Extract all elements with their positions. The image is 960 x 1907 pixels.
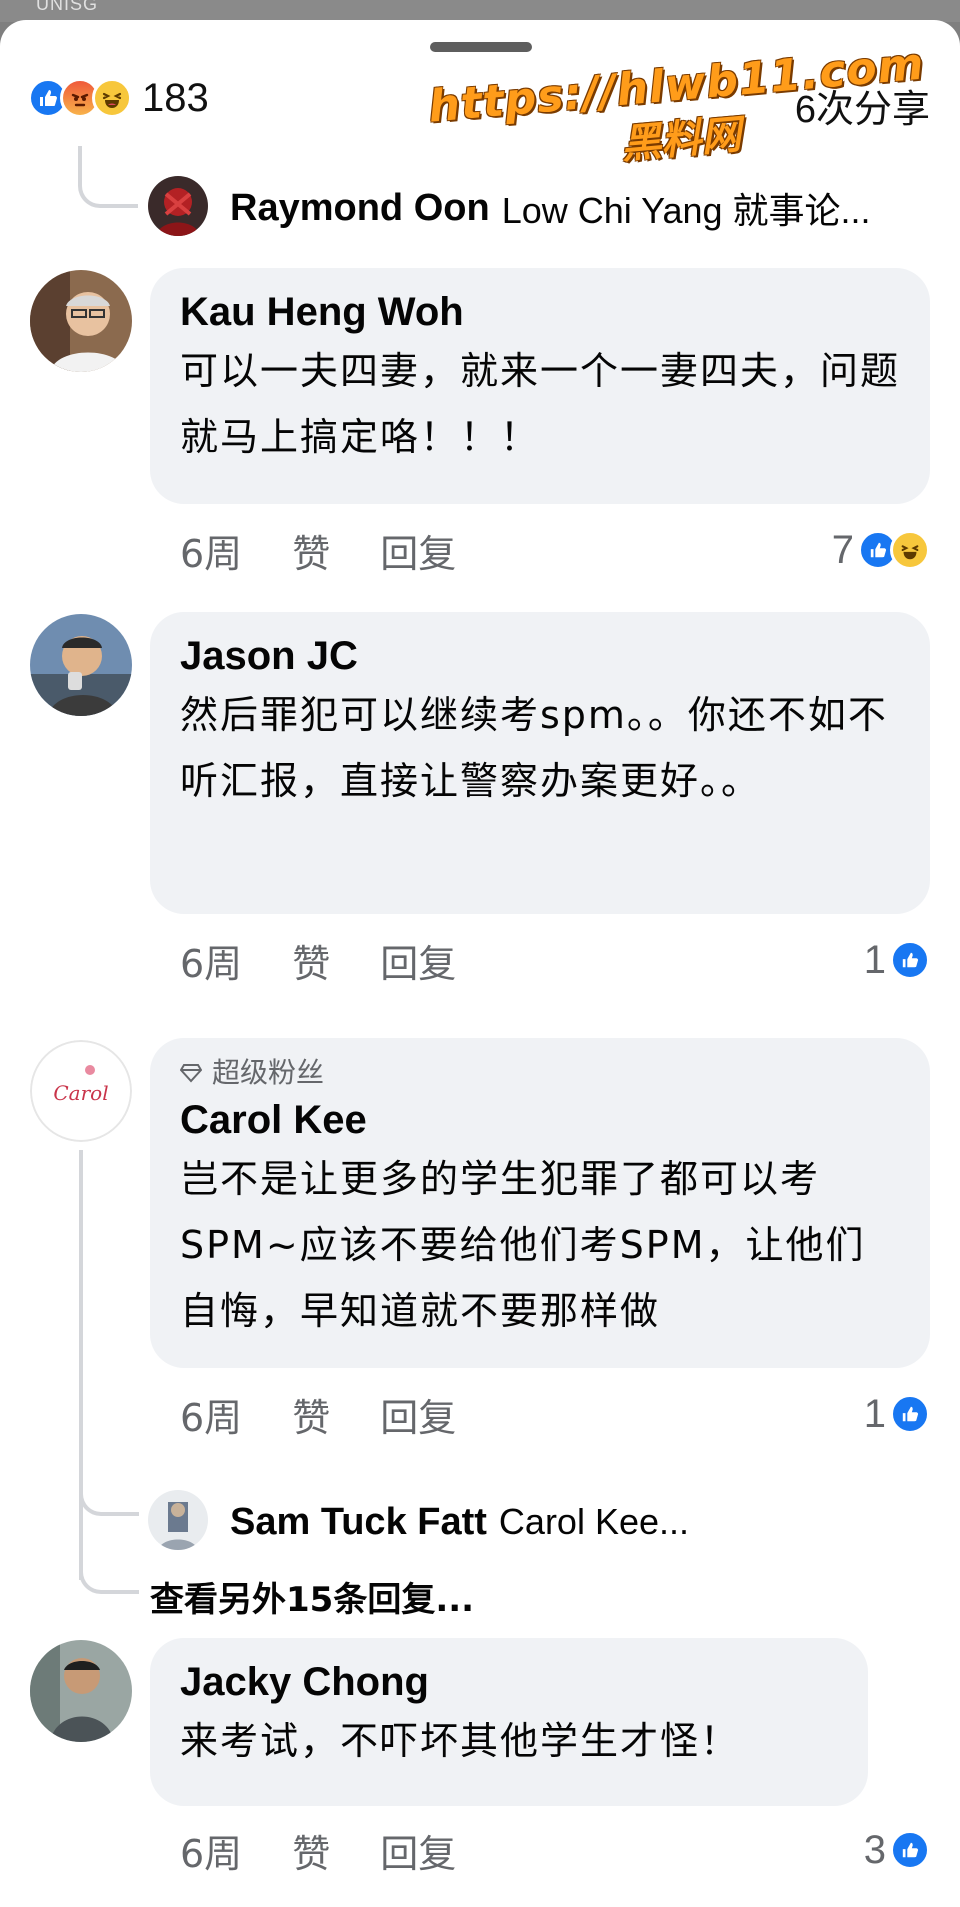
reaction-count: 7 bbox=[831, 527, 854, 572]
avatar[interactable] bbox=[148, 1490, 208, 1550]
comment-time[interactable]: 6周 bbox=[180, 523, 242, 578]
thread-connector bbox=[79, 1150, 83, 1580]
comment-text: 然后罪犯可以继续考spm。。你还不如不听汇报，直接让警察办案更好。。 bbox=[180, 693, 888, 803]
thread-connector bbox=[79, 1560, 139, 1594]
like-button[interactable]: 赞 bbox=[292, 1387, 330, 1442]
comment-author[interactable]: Carol Kee bbox=[180, 1094, 900, 1146]
comment-actions: 6周 赞 回复 bbox=[180, 520, 506, 580]
view-more-replies-link[interactable]: 查看另外15条回复... bbox=[150, 1572, 474, 1621]
avatar[interactable] bbox=[148, 176, 208, 236]
reply-button[interactable]: 回复 bbox=[380, 1823, 456, 1878]
avatar[interactable]: Carol bbox=[30, 1040, 132, 1142]
comment-text: 可以一夫四妻，就来一个一妻四夫，问题就马上搞定咯！！！ bbox=[180, 349, 901, 459]
comment-bubble[interactable]: Kau Heng Woh 可以一夫四妻，就来一个一妻四夫，问题就马上搞定咯！！！ bbox=[150, 268, 930, 504]
comment-bubble[interactable]: Jason JC 然后罪犯可以继续考spm。。你还不如不听汇报，直接让警察办案更… bbox=[150, 612, 930, 914]
reply-preview[interactable]: Raymond Oon Low Chi Yang 就事论... bbox=[230, 180, 871, 236]
reply-author: Raymond Oon bbox=[230, 186, 490, 229]
badge-label: 超级粉丝 bbox=[212, 1056, 325, 1089]
reply-snippet: Low Chi Yang 就事论... bbox=[501, 190, 871, 231]
comment-text: 岂不是让更多的学生犯罪了都可以考SPM~应该不要给他们考SPM，让他们自悔，早知… bbox=[180, 1157, 866, 1333]
like-button[interactable]: 赞 bbox=[292, 523, 330, 578]
like-icon bbox=[890, 940, 930, 980]
thread-connector bbox=[78, 146, 138, 208]
top-fan-badge: 超级粉丝 bbox=[180, 1056, 900, 1090]
diamond-icon bbox=[180, 1064, 202, 1083]
comment-bubble[interactable]: 超级粉丝 Carol Kee 岂不是让更多的学生犯罪了都可以考SPM~应该不要给… bbox=[150, 1038, 930, 1368]
carrier-label: UNISG bbox=[36, 0, 99, 14]
comment-time[interactable]: 6周 bbox=[180, 1823, 242, 1878]
reply-button[interactable]: 回复 bbox=[380, 523, 456, 578]
comment-author[interactable]: Jacky Chong bbox=[180, 1656, 838, 1708]
reply-button[interactable]: 回复 bbox=[380, 933, 456, 988]
like-icon bbox=[890, 1394, 930, 1434]
reply-author: Sam Tuck Fatt bbox=[230, 1500, 487, 1543]
comment-bubble[interactable]: Jacky Chong 来考试，不吓坏其他学生才怪！ bbox=[150, 1638, 868, 1806]
comment-reactions[interactable]: 3 bbox=[864, 1820, 930, 1880]
reply-button[interactable]: 回复 bbox=[380, 1387, 456, 1442]
share-count[interactable]: 6次分享 bbox=[795, 78, 930, 133]
reaction-summary[interactable]: 183 bbox=[28, 72, 209, 124]
comment-actions: 6周 赞 回复 bbox=[180, 1820, 506, 1880]
comment-time[interactable]: 6周 bbox=[180, 1387, 242, 1442]
like-button[interactable]: 赞 bbox=[292, 933, 330, 988]
comment-author[interactable]: Kau Heng Woh bbox=[180, 286, 900, 338]
reaction-count: 1 bbox=[863, 1391, 886, 1436]
reply-preview[interactable]: Sam Tuck Fatt Carol Kee... bbox=[230, 1494, 689, 1550]
thread-connector bbox=[79, 1470, 139, 1516]
avatar[interactable] bbox=[30, 1640, 132, 1742]
comment-reactions[interactable]: 7 bbox=[832, 520, 930, 580]
haha-icon bbox=[92, 78, 132, 118]
like-icon bbox=[890, 1830, 930, 1870]
comment-actions: 6周 赞 回复 bbox=[180, 1384, 506, 1444]
haha-icon bbox=[890, 530, 930, 570]
comments-sheet: 183 6次分享 https://hlwb11.com 黑料网 Raymond … bbox=[0, 20, 960, 1907]
avatar[interactable] bbox=[30, 270, 132, 372]
comment-author[interactable]: Jason JC bbox=[180, 630, 900, 682]
avatar[interactable] bbox=[30, 614, 132, 716]
comment-text: 来考试，不吓坏其他学生才怪！ bbox=[180, 1719, 741, 1763]
like-button[interactable]: 赞 bbox=[292, 1823, 330, 1878]
reply-snippet: Carol Kee... bbox=[498, 1501, 690, 1542]
comment-reactions[interactable]: 1 bbox=[864, 930, 930, 990]
reaction-count: 3 bbox=[863, 1827, 886, 1872]
status-strip: UNISG bbox=[0, 0, 960, 22]
reaction-count: 1 bbox=[863, 937, 886, 982]
comment-time[interactable]: 6周 bbox=[180, 933, 242, 988]
comment-reactions[interactable]: 1 bbox=[864, 1384, 930, 1444]
drag-handle[interactable] bbox=[430, 42, 532, 52]
reaction-count: 183 bbox=[142, 75, 209, 120]
svg-text:Carol: Carol bbox=[53, 1081, 108, 1105]
comment-actions: 6周 赞 回复 bbox=[180, 930, 506, 990]
